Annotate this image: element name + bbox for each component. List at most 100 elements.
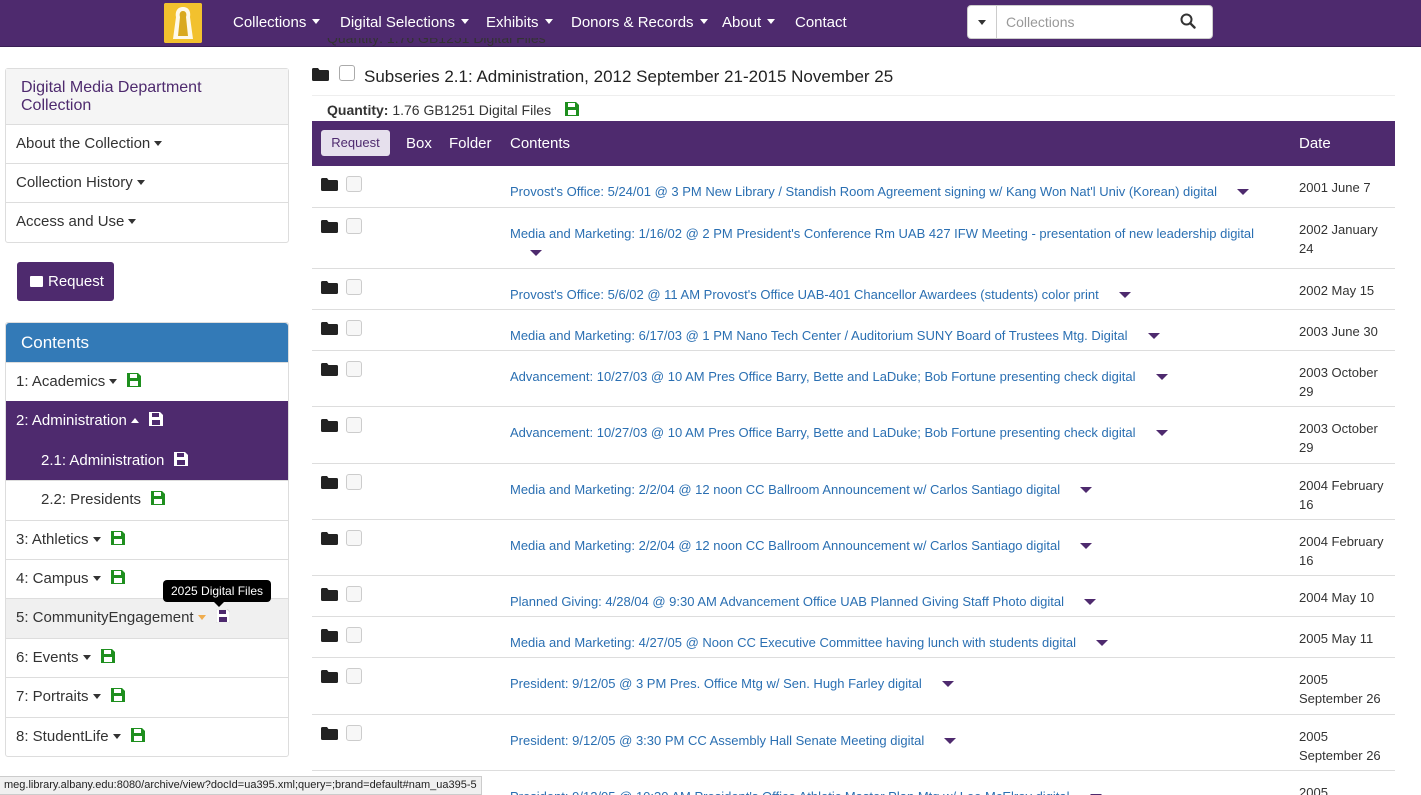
caret-down-icon <box>128 219 137 224</box>
row-checkbox[interactable] <box>346 176 362 192</box>
expand-caret-icon[interactable] <box>530 250 542 256</box>
item-link[interactable]: Media and Marketing: 6/17/03 @ 1 PM Nano… <box>510 328 1128 343</box>
caret-down-icon <box>978 20 986 25</box>
search-scope-dropdown[interactable] <box>968 6 997 38</box>
table-row: Media and Marketing: 6/17/03 @ 1 PM Nano… <box>312 310 1395 351</box>
row-checkbox[interactable] <box>346 627 362 643</box>
nav-donors-records[interactable]: Donors & Records <box>571 14 708 31</box>
caret-down-icon <box>154 141 163 146</box>
expand-caret-icon[interactable] <box>1237 189 1250 195</box>
row-checkbox[interactable] <box>346 320 362 336</box>
contents-item[interactable]: 6: Events <box>6 637 288 677</box>
item-link[interactable]: Media and Marketing: 1/16/02 @ 2 PM Pres… <box>510 226 1254 241</box>
contents-item-label: 4: Campus <box>16 569 89 587</box>
caret-down-icon <box>82 654 91 660</box>
folder-icon <box>321 476 338 489</box>
top-navbar: Collections Digital Selections Exhibits … <box>0 0 1421 47</box>
menu-access-and-use-label: Access and Use <box>16 213 125 230</box>
floppy-disk-icon[interactable] <box>110 688 125 703</box>
contents-item-label: 6: Events <box>16 648 79 666</box>
item-date: 2002 January 24 <box>1299 222 1378 256</box>
folder-icon <box>321 670 338 683</box>
item-link[interactable]: President: 9/12/05 @ 3 PM Pres. Office M… <box>510 676 922 691</box>
item-link[interactable]: Media and Marketing: 4/27/05 @ Noon CC E… <box>510 635 1076 650</box>
table-row: Media and Marketing: 2/2/04 @ 12 noon CC… <box>312 464 1395 520</box>
folder-icon <box>321 281 338 294</box>
contents-item[interactable]: 2.1: Administration <box>6 440 288 481</box>
clipped-quantity-text: Quantity: 1.76 GB1251 Digital Files <box>327 38 627 47</box>
nav-collections[interactable]: Collections <box>233 14 321 31</box>
expand-caret-icon[interactable] <box>1155 430 1168 436</box>
expand-caret-icon[interactable] <box>1118 292 1131 298</box>
floppy-disk-icon[interactable] <box>215 609 230 624</box>
floppy-disk-icon[interactable] <box>110 569 125 584</box>
expand-caret-icon[interactable] <box>1155 374 1168 380</box>
expand-caret-icon[interactable] <box>1084 599 1096 605</box>
item-link[interactable]: Advancement: 10/27/03 @ 10 AM Pres Offic… <box>510 425 1136 440</box>
floppy-disk-icon[interactable] <box>100 648 115 663</box>
collection-panel: Digital Media Department Collection Abou… <box>5 68 289 243</box>
item-link[interactable]: President: 9/12/05 @ 3:30 PM CC Assembly… <box>510 733 924 748</box>
row-checkbox[interactable] <box>346 530 362 546</box>
floppy-disk-icon[interactable] <box>110 530 125 545</box>
expand-caret-icon[interactable] <box>1147 333 1160 339</box>
contents-item[interactable]: 2.2: Presidents <box>6 480 288 519</box>
contents-item[interactable]: 5: CommunityEngagement <box>6 598 288 638</box>
item-link[interactable]: Planned Giving: 4/28/04 @ 9:30 AM Advanc… <box>510 594 1064 609</box>
expand-caret-icon[interactable] <box>941 681 954 687</box>
caret-down-icon <box>461 19 470 24</box>
expand-caret-icon[interactable] <box>944 738 957 744</box>
request-button[interactable]: Request <box>17 262 114 301</box>
row-checkbox[interactable] <box>346 279 362 295</box>
row-checkbox[interactable] <box>346 361 362 377</box>
expand-caret-icon[interactable] <box>1080 487 1093 493</box>
table-request-button[interactable]: Request <box>321 130 390 156</box>
floppy-disk-icon[interactable] <box>127 373 142 387</box>
row-checkbox[interactable] <box>346 725 362 741</box>
row-checkbox[interactable] <box>346 668 362 684</box>
expand-caret-icon[interactable] <box>1080 543 1093 549</box>
item-link[interactable]: Media and Marketing: 2/2/04 @ 12 noon CC… <box>510 538 1060 553</box>
floppy-disk-icon[interactable] <box>174 451 189 466</box>
university-seal-logo[interactable] <box>164 3 202 43</box>
contents-item[interactable]: 3: Athletics <box>6 519 288 559</box>
contents-item[interactable]: 1: Academics <box>6 362 288 401</box>
contents-item-label: 5: CommunityEngagement <box>16 609 194 627</box>
row-checkbox[interactable] <box>346 474 362 490</box>
nav-digital-selections[interactable]: Digital Selections <box>340 14 470 31</box>
floppy-disk-icon[interactable] <box>148 412 163 427</box>
contents-item[interactable]: 8: StudentLife <box>6 716 288 756</box>
floppy-disk-icon[interactable] <box>565 102 579 116</box>
row-checkbox[interactable] <box>346 586 362 602</box>
contents-panel: Contents 1: Academics 2: Administration 2.… <box>5 322 289 757</box>
caret-down-icon <box>136 180 145 185</box>
subseries-checkbox[interactable] <box>339 65 355 81</box>
nav-exhibits[interactable]: Exhibits <box>486 14 553 31</box>
floppy-disk-icon[interactable] <box>151 491 166 506</box>
folder-icon <box>321 419 338 432</box>
nav-contact[interactable]: Contact <box>795 14 847 31</box>
item-link[interactable]: President: 9/12/05 @ 10:30 AM President'… <box>510 789 1070 795</box>
menu-access-and-use[interactable]: Access and Use <box>6 203 288 242</box>
search-input[interactable] <box>998 6 1178 38</box>
contents-item[interactable]: 2: Administration <box>6 401 288 441</box>
item-link[interactable]: Provost's Office: 5/24/01 @ 3 PM New Lib… <box>510 184 1217 199</box>
row-checkbox[interactable] <box>346 218 362 234</box>
floppy-disk-icon[interactable] <box>130 727 145 742</box>
contents-item[interactable]: 7: Portraits <box>6 677 288 716</box>
expand-caret-icon[interactable] <box>1096 640 1108 646</box>
nav-donors-records-label: Donors & Records <box>571 14 694 31</box>
search-icon[interactable] <box>1180 13 1198 31</box>
item-date: 2003 October 29 <box>1299 365 1378 399</box>
nav-about[interactable]: About <box>722 14 776 31</box>
item-link[interactable]: Advancement: 10/27/03 @ 10 AM Pres Offic… <box>510 369 1136 384</box>
menu-about-collection[interactable]: About the Collection <box>6 125 288 164</box>
item-link[interactable]: Provost's Office: 5/6/02 @ 11 AM Provost… <box>510 287 1099 302</box>
menu-collection-history[interactable]: Collection History <box>6 164 288 203</box>
row-checkbox[interactable] <box>346 417 362 433</box>
collection-title[interactable]: Digital Media Department Collection <box>6 69 288 125</box>
contents-item-label: 2: Administration <box>16 412 127 430</box>
item-link[interactable]: Media and Marketing: 2/2/04 @ 12 noon CC… <box>510 482 1060 497</box>
folder-icon <box>321 363 338 376</box>
nav-collections-label: Collections <box>233 14 307 31</box>
